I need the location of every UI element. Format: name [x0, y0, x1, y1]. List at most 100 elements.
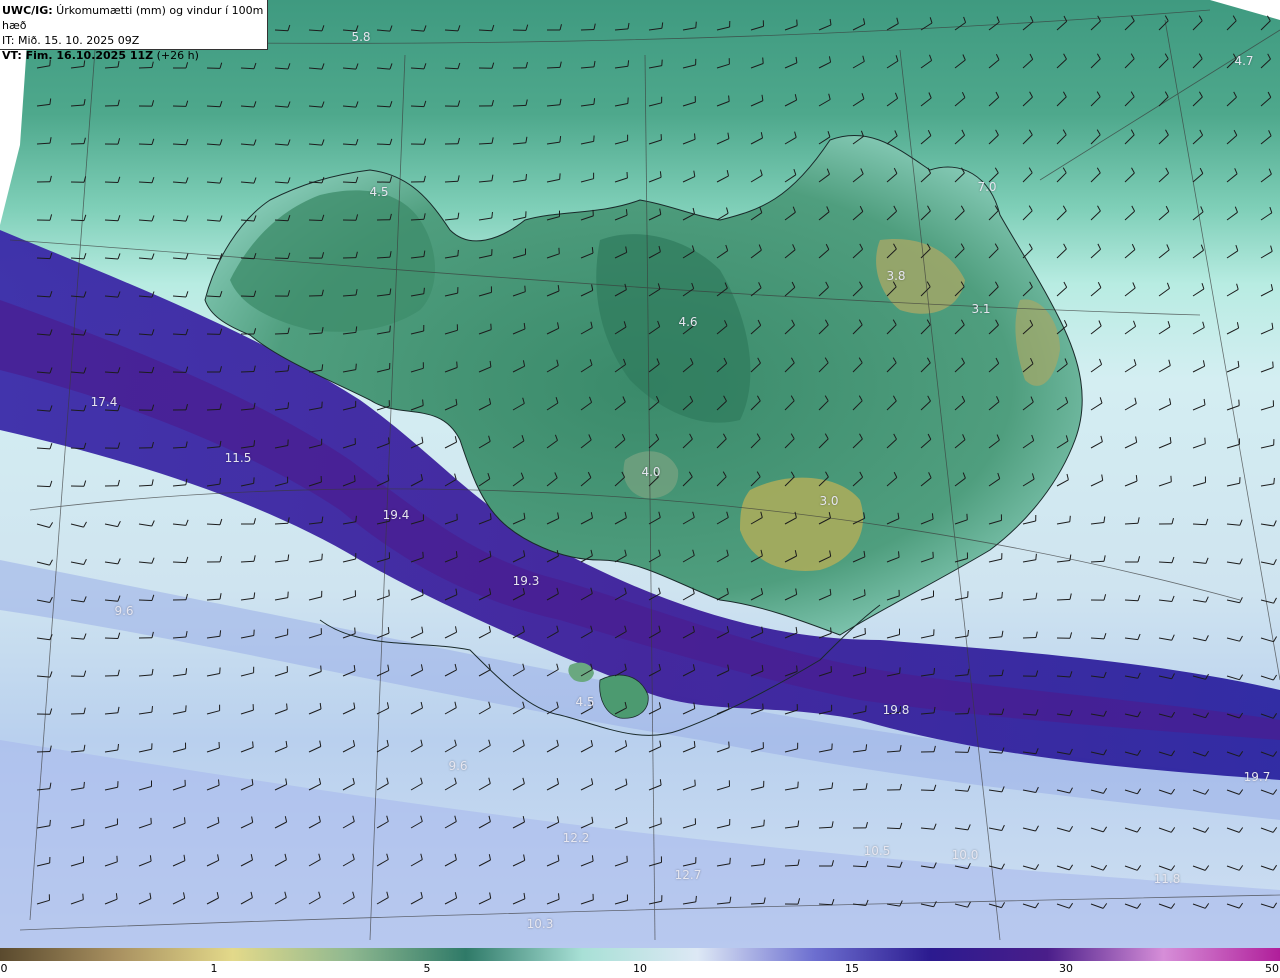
map-value-label: 3.0 — [819, 494, 839, 508]
map-value-label: 4.0 — [641, 465, 661, 479]
init-time: IT: Mið. 15. 10. 2025 09Z — [2, 34, 140, 47]
wind-barb-flag — [455, 551, 458, 558]
colorbar-tick-label: 30 — [1059, 962, 1073, 975]
wind-barb-shaft — [240, 295, 255, 297]
wind-barb-flag — [729, 857, 731, 864]
wind-barb-flag — [49, 819, 51, 826]
wind-barb-flag — [1069, 515, 1071, 522]
map-value-label: 19.4 — [382, 508, 410, 522]
map-value-label: 10.0 — [951, 848, 979, 862]
wind-barb-shaft — [478, 29, 493, 32]
wind-barb-shaft — [444, 67, 459, 70]
wind-barb-flag — [457, 249, 459, 256]
wind-barb-flag — [320, 665, 322, 672]
wind-barb-flag — [693, 741, 696, 748]
wind-barb-flag — [558, 893, 560, 900]
wind-barb-shaft — [138, 599, 153, 601]
wind-barb-flag — [627, 60, 630, 67]
wind-barb-flag — [1001, 591, 1003, 598]
wind-barb-shaft — [104, 181, 119, 183]
wind-barb-flag — [252, 741, 254, 748]
wind-barb-flag — [83, 781, 85, 788]
map-value-label: 4.5 — [369, 185, 389, 199]
wind-barb-flag — [1035, 553, 1037, 560]
map-value-label: 5.8 — [351, 30, 371, 44]
colorbar-tick-label: 5 — [423, 962, 431, 975]
map-value-label: 19.3 — [512, 574, 540, 588]
map-value-label: 4.5 — [575, 695, 595, 709]
wind-barb-flag — [694, 779, 696, 786]
valid-time: VT: Fim. 16.10.2025 11Z (+26 h) — [2, 49, 199, 62]
wind-barb-flag — [82, 893, 84, 900]
wind-barb-flag — [253, 440, 256, 447]
wind-barb-flag — [354, 627, 356, 634]
wind-barb-shaft — [1090, 560, 1105, 563]
map-value-label: 11.8 — [1153, 872, 1181, 886]
wind-barb-flag — [694, 133, 696, 140]
wind-barb-flag — [796, 19, 798, 26]
wind-barb-flag — [422, 399, 424, 406]
wind-barb-flag — [321, 553, 323, 560]
colorbar-tick-label: 10 — [633, 962, 647, 975]
wind-barb-flag — [695, 895, 697, 902]
wind-barb-flag — [286, 703, 288, 710]
wind-barb-shaft — [988, 675, 1003, 677]
map-value-label: 9.6 — [114, 604, 134, 618]
map-header: UWC/IG: Úrkomumætti (mm) og vindur í 100… — [0, 0, 268, 62]
map-value-label: 10.3 — [526, 917, 554, 931]
wind-barb-flag — [489, 513, 492, 520]
colorbar-tick-label: 15 — [845, 962, 859, 975]
wind-barb-flag — [117, 743, 119, 751]
map-value-label: 3.1 — [971, 302, 991, 316]
wind-barb-flag — [387, 627, 390, 634]
map-value-label: 10.5 — [863, 844, 891, 858]
wind-barb-shaft — [240, 371, 255, 373]
wind-barb-shaft — [852, 865, 867, 868]
map-value-label: 17.4 — [90, 395, 118, 409]
wind-barb-flag — [625, 817, 628, 824]
wind-barb-flag — [865, 744, 868, 751]
wind-barb-shaft — [172, 446, 187, 449]
wind-barb-flag — [559, 136, 562, 143]
wind-barb-shaft — [36, 257, 51, 260]
wind-barb-flag — [593, 98, 596, 105]
wind-barb-flag — [763, 819, 765, 826]
wind-barb-flag — [591, 247, 594, 254]
wind-barb-flag — [625, 209, 628, 216]
colorbar-tick-label: 0 — [0, 962, 8, 975]
wind-barb-shaft — [920, 789, 935, 791]
wind-barb-shaft — [104, 637, 119, 639]
wind-barb-flag — [115, 893, 118, 900]
wind-barb-shaft — [70, 447, 85, 450]
wind-barb-shaft — [342, 181, 357, 184]
map-value-label: 4.6 — [678, 315, 698, 329]
wind-barb-flag — [219, 478, 221, 485]
wind-barb-shaft — [410, 105, 425, 108]
wind-barb-shaft — [274, 257, 289, 259]
wind-barb-shaft — [172, 561, 187, 564]
wind-barb-flag — [525, 174, 527, 181]
wind-barb-shaft — [512, 104, 527, 107]
wind-barb-shaft — [36, 751, 51, 753]
weather-map: 5.8 4.7 4.5 7.0 3.8 3.1 4.6 17.4 11.5 4.… — [0, 0, 1280, 948]
wind-barb-flag — [967, 629, 969, 637]
wind-barb-flag — [898, 551, 900, 558]
wind-barb-shaft — [36, 485, 51, 488]
map-value-label: 3.8 — [886, 269, 906, 283]
wind-barb-shaft — [274, 29, 289, 32]
wind-barb-flag — [933, 668, 935, 675]
wind-barb-shaft — [138, 143, 153, 145]
wind-barb-shaft — [240, 67, 255, 70]
colorbar-strip — [0, 948, 1280, 961]
map-title: UWC/IG: Úrkomumætti (mm) og vindur í 100… — [2, 4, 264, 32]
wind-barb-flag — [355, 363, 357, 370]
wind-barb-flag — [728, 741, 730, 748]
wind-barb-flag — [931, 513, 934, 520]
wind-barb-flag — [1135, 475, 1138, 482]
colorbar-tick-label: 1 — [210, 962, 218, 975]
wind-barb-flag — [864, 589, 866, 596]
wind-barb-flag — [524, 285, 526, 292]
wind-barb-flag — [830, 627, 832, 634]
wind-barb-flag — [149, 855, 152, 862]
wind-barb-flag — [355, 515, 357, 522]
